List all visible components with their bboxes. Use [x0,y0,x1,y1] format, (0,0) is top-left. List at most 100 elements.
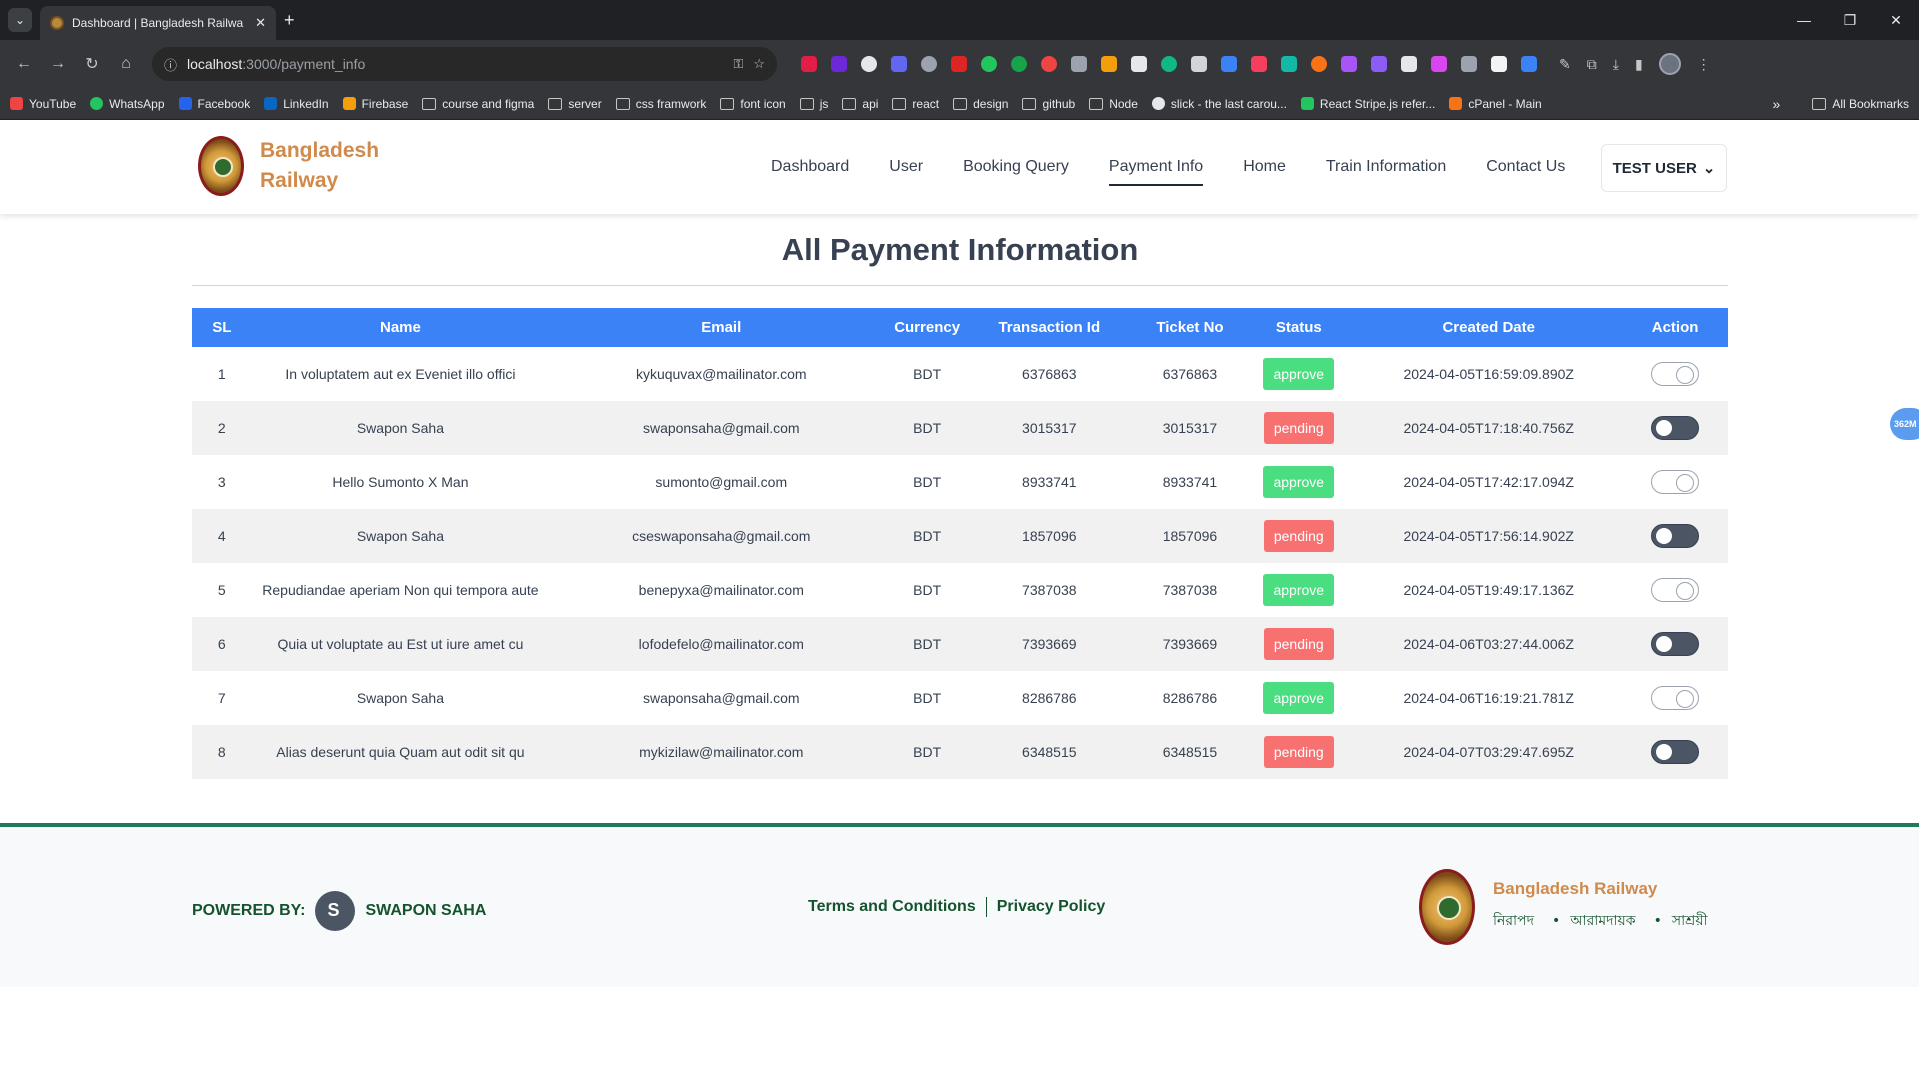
nav-home[interactable]: Home [1243,158,1286,182]
close-window-icon[interactable]: ✕ [1873,0,1919,40]
bookmark-folder[interactable]: Node [1089,97,1138,111]
cell-email: swaponsaha@gmail.com [642,690,800,706]
column-header: Email [549,308,894,347]
tab-search-button[interactable]: ⌄ [8,8,32,32]
bookmark-folder[interactable]: api [842,97,878,111]
cell-created-date: 2024-04-05T19:49:17.136Z [1403,582,1574,598]
extension-icon[interactable] [1011,56,1027,72]
user-menu-button[interactable]: TEST USER ⌄ [1601,144,1727,192]
status-toggle[interactable] [1651,740,1700,764]
extension-icon[interactable] [1071,56,1087,72]
site-info-icon[interactable]: ⓘ [164,55,177,74]
extension-icon[interactable] [831,56,847,72]
status-toggle[interactable] [1651,578,1700,602]
bookmark-folder[interactable]: font icon [720,97,786,111]
reload-icon[interactable]: ↻ [78,50,106,78]
extension-icon[interactable] [891,56,907,72]
extension-icon[interactable] [1431,56,1447,72]
status-toggle[interactable] [1651,416,1700,440]
status-toggle[interactable] [1651,524,1700,548]
extension-icon[interactable] [1131,56,1147,72]
youtube-icon [10,97,23,110]
back-icon[interactable]: ← [10,50,38,78]
extension-icon[interactable] [1491,56,1507,72]
side-panel-icon[interactable]: ▮ [1635,56,1643,73]
extension-icon[interactable] [1461,56,1477,72]
password-key-icon[interactable]: ⚿ [733,56,743,72]
extension-icon[interactable] [981,56,997,72]
browser-tab[interactable]: Dashboard | Bangladesh Railwa ✕ [40,6,276,40]
extension-icon[interactable] [951,56,967,72]
terms-link[interactable]: Terms and Conditions [808,898,976,916]
bookmark-folder[interactable]: react [892,97,939,111]
new-tab-button[interactable]: + [284,10,295,31]
status-toggle[interactable] [1651,686,1700,710]
home-icon[interactable]: ⌂ [112,50,140,78]
bookmark-folder[interactable]: github [1022,97,1075,111]
nav-contact-us[interactable]: Contact Us [1486,158,1565,182]
status-toggle[interactable] [1651,632,1700,656]
extension-icon[interactable] [1041,56,1057,72]
bookmark-linkedin[interactable]: LinkedIn [264,97,329,111]
toolbar-right: ✎ ⧉ ⤓ ▮ ⋮ [1559,53,1711,75]
extension-icon[interactable] [1521,56,1537,72]
extensions-puzzle-icon[interactable]: ⧉ [1587,56,1597,73]
folder-icon [422,97,437,110]
restore-icon[interactable]: ❐ [1827,0,1873,40]
cell-status: pending [1242,617,1356,671]
bookmark-folder[interactable]: course and figma [422,97,534,111]
extension-icon[interactable] [1101,56,1117,72]
bookmark-folder[interactable]: design [953,97,1008,111]
profile-avatar[interactable] [1658,53,1681,75]
author-name[interactable]: SWAPON SAHA [365,902,486,920]
extension-icon[interactable] [1251,56,1267,72]
bookmark-stripe[interactable]: React Stripe.js refer... [1300,97,1435,111]
bookmark-facebook[interactable]: Facebook [178,97,250,111]
extension-icon[interactable] [801,56,817,72]
extension-icon[interactable] [1371,56,1387,72]
cell-created-date: 2024-04-07T03:29:47.695Z [1355,725,1623,779]
bookmark-slick[interactable]: slick - the last carou... [1151,97,1287,111]
extension-icon[interactable] [1191,56,1207,72]
bookmark-folder[interactable]: css framwork [615,97,706,111]
bookmark-star-icon[interactable]: ☆ [753,56,765,72]
cell-name: In voluptatem aut ex Eveniet illo offici [285,366,516,382]
more-bookmarks-icon[interactable]: » [1773,96,1781,112]
nav-booking-query[interactable]: Booking Query [963,158,1069,182]
status-toggle[interactable] [1651,470,1700,494]
nav-user[interactable]: User [889,158,923,182]
cell-transaction-id: 7387038 [1022,582,1077,598]
footer-taglines: নিরাপদ আরামদায়ক সাশ্রয়ী [1493,909,1708,933]
bookmark-cpanel[interactable]: cPanel - Main [1449,97,1542,111]
bookmark-youtube[interactable]: YouTube [10,97,76,111]
minimize-icon[interactable]: — [1781,0,1827,40]
menu-dots-icon[interactable]: ⋮ [1697,56,1711,73]
user-name: TEST USER [1612,159,1697,177]
nav-train-information[interactable]: Train Information [1326,158,1446,182]
bookmark-folder[interactable]: server [548,97,602,111]
status-toggle[interactable] [1651,362,1700,386]
floating-memory-badge[interactable]: 362M [1890,408,1919,440]
extension-icon[interactable] [1311,56,1327,72]
extension-icon[interactable] [1281,56,1297,72]
extension-icon[interactable] [1161,56,1177,72]
bookmark-folder[interactable]: js [799,97,828,111]
extension-icon[interactable] [921,56,937,72]
address-bar[interactable]: ⓘ localhost:3000/payment_info ⚿ ☆ [152,47,777,81]
privacy-link[interactable]: Privacy Policy [997,898,1106,916]
extension-icon[interactable] [1401,56,1417,72]
extension-icon[interactable] [1341,56,1357,72]
bookmark-firebase[interactable]: Firebase [342,97,408,111]
all-bookmarks[interactable]: All Bookmarks [1812,97,1909,111]
forward-icon[interactable]: → [44,50,72,78]
extension-icon[interactable] [1221,56,1237,72]
downloads-icon[interactable]: ⤓ [1613,56,1619,73]
close-tab-icon[interactable]: ✕ [255,15,266,31]
cell-created-date: 2024-04-05T17:56:14.902Z [1355,509,1623,563]
pen-icon[interactable]: ✎ [1559,56,1571,73]
nav-payment-info[interactable]: Payment Info [1108,158,1204,186]
extension-icon[interactable] [861,56,877,72]
nav-dashboard[interactable]: Dashboard [771,158,849,182]
bookmark-whatsapp[interactable]: WhatsApp [90,97,165,111]
brand[interactable]: Bangladesh Railway [198,136,379,196]
